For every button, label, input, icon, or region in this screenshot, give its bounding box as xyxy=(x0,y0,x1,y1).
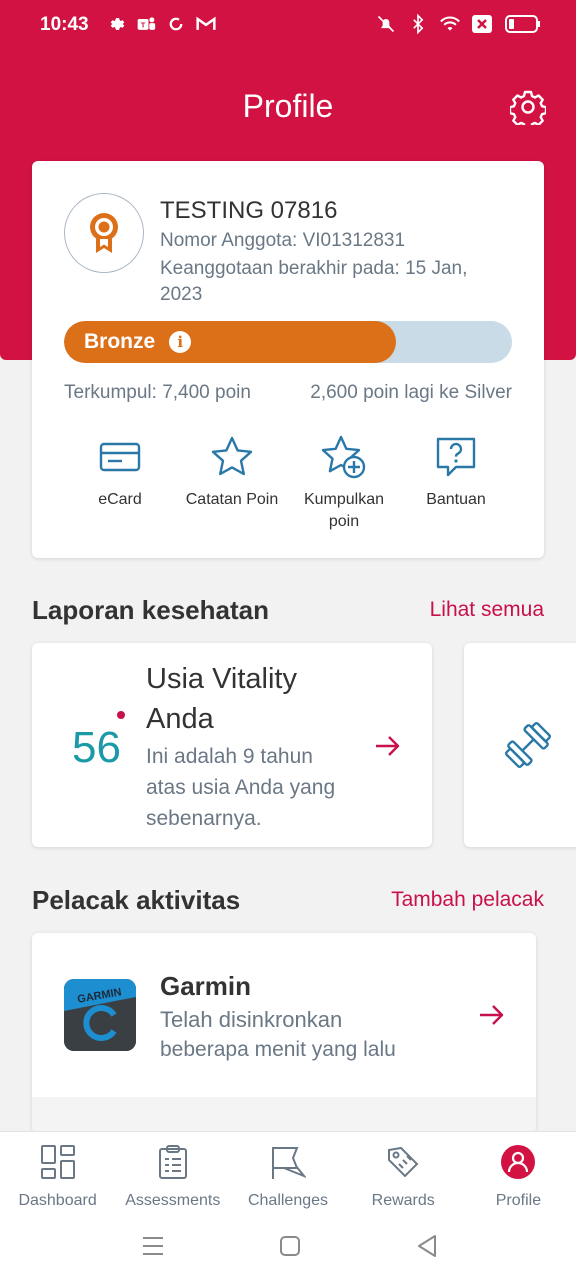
info-icon[interactable]: i xyxy=(169,331,192,353)
member-number: Nomor Anggota: VI01312831 xyxy=(160,230,406,251)
page-title: Profile xyxy=(242,88,334,124)
profile-card: TESTING 07816 Nomor Anggota: VI01312831 … xyxy=(32,161,544,558)
points-to-next-tier: 2,600 poin lagi ke Silver xyxy=(310,382,512,403)
vitality-age-value: 56 xyxy=(72,723,121,772)
health-section-title: Laporan kesehatan xyxy=(32,595,269,625)
tracker-sync-status: Telah disinkronkan xyxy=(160,1007,343,1032)
avatar xyxy=(64,193,144,273)
fitness-card[interactable] xyxy=(464,643,576,847)
action-label: Kumpulkan poin xyxy=(303,491,385,530)
nav-profile[interactable]: Profile xyxy=(461,1132,576,1220)
tag-icon xyxy=(383,1142,423,1182)
tracker-name: Garmin xyxy=(160,971,252,1001)
menu-icon[interactable] xyxy=(139,1232,167,1260)
arrow-right-icon[interactable] xyxy=(478,1001,506,1029)
arrow-right-icon[interactable] xyxy=(374,732,402,760)
svg-text:T: T xyxy=(141,20,146,29)
action-bantuan[interactable]: Bantuan xyxy=(400,433,512,533)
nav-label: Challenges xyxy=(247,1192,329,1209)
gear-icon xyxy=(106,14,126,34)
card-footer xyxy=(32,1097,536,1133)
action-catatan-poin[interactable]: Catatan Poin xyxy=(176,433,288,533)
tracker-section-title: Pelacak aktivitas xyxy=(32,885,241,915)
tier-label: Bronze xyxy=(84,330,156,353)
battery-icon xyxy=(504,14,542,34)
profile-actions: eCard Catatan Poin Kumpulkan poin Bantua… xyxy=(64,433,512,533)
bottom-navigation: Dashboard Assessments Challenges Rewards… xyxy=(0,1131,576,1220)
action-ecard[interactable]: eCard xyxy=(64,433,176,533)
dumbbell-icon xyxy=(502,719,554,771)
sync-icon xyxy=(166,14,186,34)
star-icon xyxy=(208,433,256,481)
nav-label: Dashboard xyxy=(18,1192,97,1209)
add-tracker-link[interactable]: Tambah pelacak xyxy=(391,888,544,912)
tier-progress-fill: Bronze i xyxy=(64,321,396,363)
flag-icon xyxy=(268,1142,308,1182)
sim-icon xyxy=(472,14,492,34)
user-icon xyxy=(498,1142,538,1182)
star-plus-icon xyxy=(320,433,368,481)
teams-icon: T xyxy=(136,14,156,34)
nav-rewards[interactable]: Rewards xyxy=(346,1132,461,1220)
alert-dot xyxy=(117,711,125,719)
points-collected: Terkumpul: 7,400 poin xyxy=(64,382,251,403)
clipboard-icon xyxy=(153,1142,193,1182)
vitality-age-card[interactable]: 56 Usia Vitality Anda Ini adalah 9 tahun… xyxy=(32,643,432,847)
nav-assessments[interactable]: Assessments xyxy=(115,1132,230,1220)
status-time: 10:43 xyxy=(40,14,89,35)
member-name: TESTING 07816 xyxy=(160,197,338,224)
action-label: Catatan Poin xyxy=(185,491,279,508)
nav-label: Profile xyxy=(495,1192,542,1209)
nav-dashboard[interactable]: Dashboard xyxy=(0,1132,115,1220)
system-navigation-bar xyxy=(0,1220,576,1280)
settings-gear-icon[interactable] xyxy=(508,89,548,130)
status-bar: 10:43 T xyxy=(0,0,576,52)
bluetooth-icon xyxy=(408,14,428,34)
nav-challenges[interactable]: Challenges xyxy=(230,1132,345,1220)
action-label: Bantuan xyxy=(426,491,486,508)
action-kumpulkan-poin[interactable]: Kumpulkan poin xyxy=(288,433,400,533)
garmin-logo: GARMIN xyxy=(64,979,136,1051)
tier-progress-bar[interactable]: Bronze i xyxy=(64,321,512,363)
nav-label: Assessments xyxy=(125,1192,221,1209)
help-chat-icon xyxy=(432,433,480,481)
nav-label: Rewards xyxy=(371,1192,435,1209)
action-label: eCard xyxy=(98,491,142,508)
dashboard-icon xyxy=(38,1142,78,1182)
vitality-age-title: Usia Vitality Anda xyxy=(146,663,297,735)
award-ribbon-icon xyxy=(90,213,118,253)
card-icon xyxy=(96,433,144,481)
tracker-sync-time: beberapa menit yang lalu xyxy=(160,1038,396,1061)
see-all-link[interactable]: Lihat semua xyxy=(430,598,544,622)
vitality-age-description: Ini adalah 9 tahun atas usia Anda yang s… xyxy=(146,745,336,830)
wifi-icon xyxy=(440,14,460,34)
back-triangle-icon[interactable] xyxy=(413,1232,441,1260)
membership-expiry: Keanggotaan berakhir pada: 15 Jan, 2023 xyxy=(160,258,468,305)
gmail-icon xyxy=(196,14,216,34)
mute-icon xyxy=(376,14,396,34)
garmin-tracker-card[interactable]: GARMIN Garmin Telah disinkronkan beberap… xyxy=(32,933,536,1133)
home-square-icon[interactable] xyxy=(276,1232,304,1260)
